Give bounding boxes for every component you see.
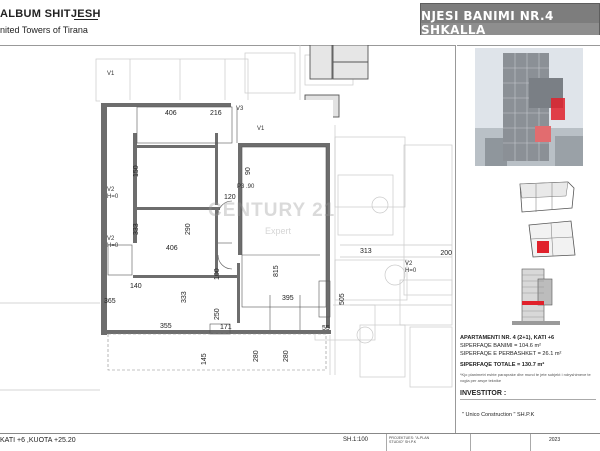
dim-815: 815 xyxy=(273,265,280,277)
project-cell: PROJEKTUES: "A-PLAN STUDIO" SH.P.K xyxy=(386,434,444,451)
label-v2-c: V2 xyxy=(405,261,413,267)
building-render xyxy=(475,48,583,166)
label-v3: V3 xyxy=(236,106,244,112)
key-plan-floor xyxy=(528,220,576,258)
dim-280-a: 280 xyxy=(253,350,260,362)
dim-90: 90 xyxy=(245,167,252,175)
dim-280-b: 280 xyxy=(283,350,290,362)
label-h0-c: H=0 xyxy=(405,268,417,274)
investor-label: INVESTITOR : xyxy=(460,390,507,397)
watermark-sub: Expert xyxy=(265,226,292,236)
dim-216: 216 xyxy=(210,110,222,117)
total-area: SIPERFAQE TOTALE = 130.7 m² xyxy=(460,362,545,369)
investor-name: " Unico Construction " SH.P.K xyxy=(462,412,535,418)
living-area: SIPERFAQE BANIMI = 104.6 m² xyxy=(460,343,541,350)
dim-406-mid: 406 xyxy=(166,245,178,252)
drawing-scale: SH.1:100 xyxy=(343,437,369,443)
label-v2-a: V2 xyxy=(107,187,115,193)
dim-145: 145 xyxy=(201,353,208,365)
label-v1b: V1 xyxy=(257,126,265,132)
label-v1: V1 xyxy=(107,71,115,77)
dim-150: 150 xyxy=(133,165,140,177)
brochure-page: ALBUM SHITJESH nited Towers of Tirana NJ… xyxy=(0,0,600,451)
disclaimer-note: *Kjo planimetri eshte paraprake dhe mund… xyxy=(460,372,591,383)
footer-bar: KATI +6 ,KUOTA +25.20 SH.1:100 PROJEKTUE… xyxy=(0,433,600,451)
dim-333-a: 333 xyxy=(133,223,140,235)
floor-level: KATI +6 ,KUOTA +25.20 xyxy=(0,437,76,444)
investor-divider xyxy=(460,399,596,400)
year: 2023 xyxy=(549,437,561,443)
company-name: nited Towers of Tirana xyxy=(0,25,88,35)
dim-171: 171 xyxy=(220,324,232,331)
dim-55: 55 xyxy=(322,325,330,332)
dim-355: 355 xyxy=(160,323,172,330)
key-building-section xyxy=(512,268,560,325)
dim-100: 100 xyxy=(214,268,221,280)
unit-title-bar: NJESI BANIMI NR.4 SHKALLA xyxy=(420,3,600,37)
dim-505: 505 xyxy=(339,293,346,305)
dim-365: 365 xyxy=(104,298,116,305)
stamp-cell xyxy=(470,434,530,451)
dim-313: 313 xyxy=(360,248,372,255)
dim-395: 395 xyxy=(282,295,294,302)
dim-333-b: 333 xyxy=(181,291,188,303)
dim-250: 250 xyxy=(214,308,221,320)
shared-area: SIPERFAQE E PERBASHKET = 26.1 m² xyxy=(460,351,562,358)
floor-plan: 406 216 150 90 120 333 290 406 815 395 1… xyxy=(0,45,453,391)
dim-406-top: 406 xyxy=(165,110,177,117)
label-h0-a: H=0 xyxy=(107,194,119,200)
dim-140: 140 xyxy=(130,283,142,290)
header-left: ALBUM SHITJESH nited Towers of Tirana xyxy=(0,0,420,38)
dim-290: 290 xyxy=(185,223,192,235)
label-p3: P3 .90 xyxy=(237,184,255,190)
year-cell xyxy=(530,434,600,451)
label-h0-b: H=0 xyxy=(107,243,119,249)
area-info: APARTAMENTI NR. 4 (2+1), KATI +6 SIPERFA… xyxy=(460,334,600,383)
dim-200: 200 xyxy=(440,250,452,257)
label-v2-b: V2 xyxy=(107,236,115,242)
unit-title: NJESI BANIMI NR.4 SHKALLA xyxy=(421,9,554,37)
album-underline xyxy=(74,19,98,20)
apartment-title: APARTAMENTI NR. 4 (2+1), KATI +6 xyxy=(460,335,555,341)
watermark-brand: CENTURY 21 xyxy=(208,200,336,221)
balcony-outline xyxy=(107,333,327,371)
key-plan-top xyxy=(519,181,575,213)
